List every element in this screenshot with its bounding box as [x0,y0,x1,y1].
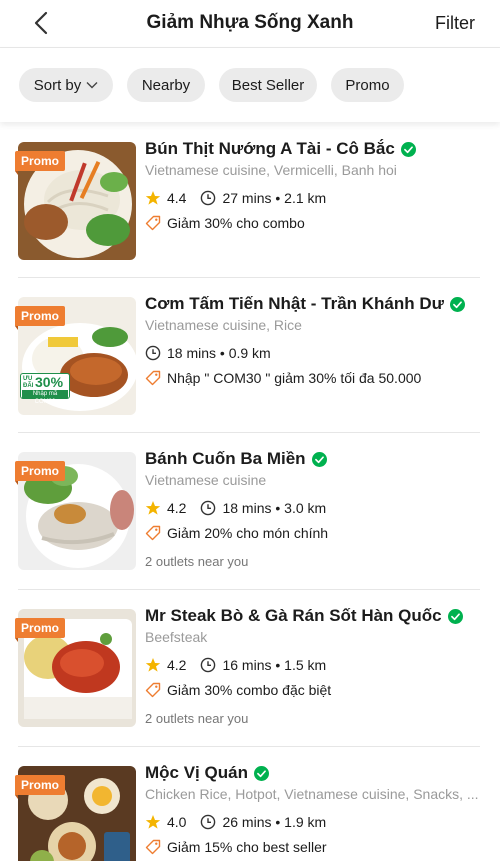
promo-line: Giảm 30% combo đặc biệt [145,682,331,698]
rating-value: 4.2 [167,500,187,516]
promo-text: Giảm 20% cho món chính [167,525,329,541]
promo-tag: Promo [15,151,66,175]
star-icon [145,501,161,515]
clock-icon [201,814,216,830]
promo-tag: Promo [15,618,66,642]
restaurant-name: Bánh Cuốn Ba Miền [145,449,327,469]
cuisine-text: Vietnamese cuisine, Vermicelli, Banh hoi [145,162,397,178]
time-distance: 16 mins • 1.5 km [222,657,327,673]
divider [18,432,480,433]
clock-icon [201,657,216,673]
verified-icon [449,296,465,312]
chip-label: Best Seller [231,76,305,94]
star-icon [145,658,161,672]
chip-label: Sort by [33,76,82,94]
page-title: Giảm Nhựa Sống Xanh [146,12,354,33]
outlets-near-you[interactable]: 2 outlets near you [145,711,248,726]
deal-badge-top: ƯU ĐÃI [23,376,34,389]
verified-icon [447,608,463,624]
rating-time-row: 4.0 26 mins • 1.9 km [145,814,326,830]
rating-time-row: 4.4 27 mins • 2.1 km [145,190,326,206]
restaurant-name-text: Cơm Tấm Tiến Nhật - Trần Khánh Dư [145,294,444,313]
deal-badge: ƯU ĐÃI 30% Nhập mã COM30 [20,373,70,405]
star-icon [145,191,161,205]
tag-icon [145,839,161,855]
cuisine-text: Chicken Rice, Hotpot, Vietnamese cuisine… [145,786,479,802]
verified-icon [253,765,269,781]
promo-text: Giảm 30% cho combo [167,215,305,231]
app-header: Giảm Nhựa Sống Xanh Filter [0,0,500,48]
restaurant-name: Cơm Tấm Tiến Nhật - Trần Khánh Dư [145,294,465,314]
chip-label: Promo [345,76,390,94]
clock-icon [145,345,161,361]
tag-icon [145,682,161,698]
time-row: 18 mins • 0.9 km [145,345,271,361]
rating-value: 4.0 [167,814,187,830]
deal-badge-code: Nhập mã COM30 [22,390,68,405]
rating-time-row: 4.2 18 mins • 3.0 km [145,500,326,516]
deal-badge-percent: 30% [35,374,64,390]
restaurant-name-text: Bánh Cuốn Ba Miền [145,449,306,468]
clock-icon [201,190,216,206]
time-distance: 26 mins • 1.9 km [222,814,327,830]
filter-chips-bar: Sort by Nearby Best Seller Promo [0,48,500,122]
promo-line: Giảm 20% cho món chính [145,525,328,541]
cuisine-text: Vietnamese cuisine, Rice [145,317,302,333]
clock-icon [201,500,216,516]
filter-button[interactable]: Filter [435,13,475,34]
rating-value: 4.4 [167,190,187,206]
chevron-down-icon [86,82,98,89]
promo-tag: Promo [15,775,66,799]
tag-icon [145,370,161,386]
rating-time-row: 4.2 16 mins • 1.5 km [145,657,326,673]
verified-icon [400,141,416,157]
star-icon [145,815,161,829]
time-distance: 27 mins • 2.1 km [222,190,327,206]
promo-line: Nhập " COM30 " giảm 30% tối đa 50.000 [145,370,421,386]
promo-tag: Promo [15,306,66,330]
outlets-near-you[interactable]: 2 outlets near you [145,554,248,569]
promo-line: Giảm 30% cho combo [145,215,305,231]
promo-line: Giảm 15% cho best seller [145,839,327,855]
promo-text: Giảm 15% cho best seller [167,839,327,855]
cuisine-text: Beefsteak [145,629,208,645]
promo-text: Giảm 30% combo đặc biệt [167,682,332,698]
promo-text: Nhập " COM30 " giảm 30% tối đa 50.000 [167,370,422,386]
divider [18,277,480,278]
chip-nearby[interactable]: Nearby [127,68,205,102]
time-distance: 18 mins • 0.9 km [167,345,271,361]
chip-label: Nearby [141,76,191,94]
chip-promo[interactable]: Promo [331,68,404,102]
time-distance: 18 mins • 3.0 km [222,500,327,516]
restaurant-name-text: Mr Steak Bò & Gà Rán Sốt Hàn Quốc [145,606,442,625]
chip-best-seller[interactable]: Best Seller [219,68,317,102]
chip-sort-by[interactable]: Sort by [19,68,113,102]
divider [18,589,480,590]
rating-value: 4.2 [167,657,187,673]
restaurant-name-text: Mộc Vị Quán [145,763,248,782]
restaurant-name-text: Bún Thịt Nướng A Tài - Cô Bắc [145,139,395,158]
cuisine-text: Vietnamese cuisine [145,472,267,488]
tag-icon [145,215,161,231]
verified-icon [311,451,327,467]
divider [18,746,480,747]
restaurant-name: Mr Steak Bò & Gà Rán Sốt Hàn Quốc [145,606,463,626]
promo-tag: Promo [15,461,66,485]
tag-icon [145,525,161,541]
restaurant-name: Mộc Vị Quán [145,763,269,783]
restaurant-name: Bún Thịt Nướng A Tài - Cô Bắc [145,139,416,159]
